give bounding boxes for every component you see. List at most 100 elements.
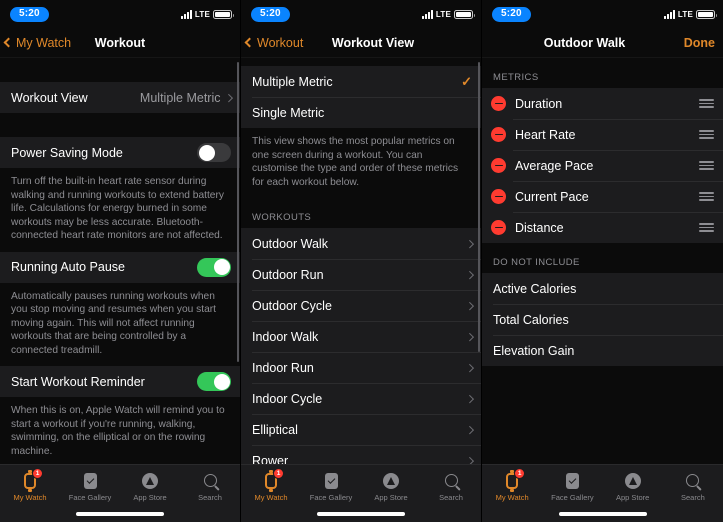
- scrollbar[interactable]: [237, 62, 239, 362]
- app-store-icon: [383, 470, 399, 491]
- reorder-handle-icon[interactable]: [699, 129, 714, 140]
- workout-row-outdoor-cycle[interactable]: Outdoor Cycle: [241, 290, 481, 321]
- chevron-left-icon: [244, 37, 255, 48]
- tab-face-gallery-label: Face Gallery: [551, 493, 594, 502]
- status-bar: 5:20 LTE: [241, 0, 481, 28]
- spacer: [0, 113, 240, 137]
- status-indicators: LTE: [663, 9, 717, 19]
- tab-bar: 1 My Watch Face Gallery App Store Search: [482, 464, 723, 522]
- tab-my-watch[interactable]: 1 My Watch: [482, 468, 542, 522]
- search-icon: [686, 470, 700, 491]
- tab-bar: 1 My Watch Face Gallery App Store Search: [241, 464, 481, 522]
- option-multiple-metric[interactable]: Multiple Metric ✓: [241, 66, 481, 97]
- workout-row-outdoor-walk[interactable]: Outdoor Walk: [241, 228, 481, 259]
- app-store-icon: [624, 470, 641, 491]
- home-indicator[interactable]: [558, 512, 647, 516]
- row-start-workout-reminder[interactable]: Start Workout Reminder: [0, 366, 240, 397]
- home-indicator[interactable]: [76, 512, 164, 516]
- panel-workout-settings: 5:20 LTE My Watch Workout Workout View M…: [0, 0, 241, 522]
- remove-icon[interactable]: [491, 127, 506, 142]
- panel-outdoor-walk-metrics: 5:20 LTE Outdoor Walk Done METRICS Durat…: [482, 0, 723, 522]
- metric-row-distance[interactable]: Distance: [482, 212, 723, 243]
- tab-my-watch[interactable]: 1 My Watch: [0, 468, 60, 522]
- toggle-running-auto-pause[interactable]: [197, 257, 231, 277]
- workout-row-indoor-run[interactable]: Indoor Run: [241, 352, 481, 383]
- reorder-handle-icon[interactable]: [699, 98, 714, 109]
- metric-row-heart-rate[interactable]: Heart Rate: [482, 119, 723, 150]
- toggle-power-saving-mode[interactable]: [197, 143, 231, 162]
- remove-icon[interactable]: [491, 189, 506, 204]
- auto-pause-footnote: Automatically pauses running workouts wh…: [0, 282, 240, 366]
- workout-row-indoor-walk[interactable]: Indoor Walk: [241, 321, 481, 352]
- watch-icon: 1: [506, 468, 526, 492]
- status-bar: 5:20 LTE: [0, 0, 240, 28]
- row-start-reminder-label: Start Workout Reminder: [11, 374, 145, 389]
- metrics-group: Duration Heart Rate Average Pace Current…: [482, 88, 723, 243]
- workouts-section-header: WORKOUTS: [241, 198, 481, 228]
- spacer: [482, 58, 723, 66]
- tab-search[interactable]: Search: [421, 470, 481, 522]
- exclude-section-header: DO NOT INCLUDE: [482, 243, 723, 273]
- workout-row-indoor-cycle[interactable]: Indoor Cycle: [241, 383, 481, 414]
- workout-label: Elliptical: [252, 422, 298, 437]
- row-workout-view[interactable]: Workout View Multiple Metric: [0, 82, 240, 113]
- metric-row-current-pace[interactable]: Current Pace: [482, 181, 723, 212]
- tab-search[interactable]: Search: [663, 470, 723, 522]
- home-indicator[interactable]: [317, 512, 405, 516]
- chevron-right-icon: [224, 93, 233, 102]
- my-watch-badge: 1: [32, 468, 43, 479]
- done-button[interactable]: Done: [684, 36, 715, 50]
- back-button[interactable]: My Watch: [0, 36, 71, 50]
- excluded-row-total-calories[interactable]: Total Calories: [482, 304, 723, 335]
- cellular-signal-icon: [663, 9, 675, 19]
- toggle-start-workout-reminder[interactable]: [197, 372, 231, 391]
- metric-row-average-pace[interactable]: Average Pace: [482, 150, 723, 181]
- reorder-handle-icon[interactable]: [699, 222, 714, 233]
- nav-bar: Workout Workout View: [241, 28, 481, 58]
- status-time: 5:20: [251, 6, 290, 22]
- metric-label: Heart Rate: [515, 127, 576, 142]
- tab-search[interactable]: Search: [180, 470, 240, 522]
- workout-view-footnote: This view shows the most popular metrics…: [241, 128, 481, 198]
- row-power-saving-mode[interactable]: Power Saving Mode: [0, 137, 240, 168]
- carrier-label: LTE: [194, 9, 210, 19]
- three-panel-screenshot: 5:20 LTE My Watch Workout Workout View M…: [0, 0, 723, 522]
- reorder-handle-icon[interactable]: [699, 191, 714, 202]
- metric-label: Current Pace: [515, 189, 589, 204]
- tab-search-label: Search: [198, 493, 222, 502]
- excluded-row-elevation-gain[interactable]: Elevation Gain: [482, 335, 723, 366]
- workout-row-elliptical[interactable]: Elliptical: [241, 414, 481, 445]
- reorder-handle-icon[interactable]: [699, 160, 714, 171]
- metric-row-duration[interactable]: Duration: [482, 88, 723, 119]
- row-auto-pause-label: Running Auto Pause: [11, 260, 125, 274]
- remove-icon[interactable]: [491, 96, 506, 111]
- search-icon: [203, 470, 217, 491]
- carrier-label: LTE: [677, 9, 693, 19]
- chevron-right-icon: [465, 363, 474, 372]
- workout-view-group: Workout View Multiple Metric: [0, 82, 240, 113]
- battery-icon: [454, 9, 475, 19]
- scrollbar[interactable]: [478, 62, 480, 352]
- search-icon: [444, 470, 458, 491]
- tab-bar: 1 My Watch Face Gallery App Store Search: [0, 464, 240, 522]
- workout-row-outdoor-run[interactable]: Outdoor Run: [241, 259, 481, 290]
- back-button[interactable]: Workout: [241, 36, 303, 50]
- metrics-section-header: METRICS: [482, 66, 723, 88]
- workout-row-rower[interactable]: Rower: [241, 445, 481, 464]
- status-bar: 5:20 LTE: [482, 0, 723, 28]
- row-running-auto-pause[interactable]: Running Auto Pause: [0, 251, 240, 283]
- remove-icon[interactable]: [491, 220, 506, 235]
- chevron-left-icon: [3, 37, 14, 48]
- tab-my-watch[interactable]: 1 My Watch: [241, 468, 301, 522]
- remove-icon[interactable]: [491, 158, 506, 173]
- tab-my-watch-label: My Watch: [495, 493, 529, 502]
- workout-label: Indoor Cycle: [252, 391, 323, 406]
- metric-label: Average Pace: [515, 158, 594, 173]
- battery-icon: [696, 9, 717, 19]
- spacer: [241, 58, 481, 66]
- watch-icon: 1: [24, 468, 43, 492]
- excluded-row-active-calories[interactable]: Active Calories: [482, 273, 723, 304]
- settings-list: Workout View Multiple Metric Power Savin…: [0, 58, 240, 464]
- start-reminder-footnote: When this is on, Apple Watch will remind…: [0, 397, 240, 464]
- option-single-metric[interactable]: Single Metric: [241, 97, 481, 128]
